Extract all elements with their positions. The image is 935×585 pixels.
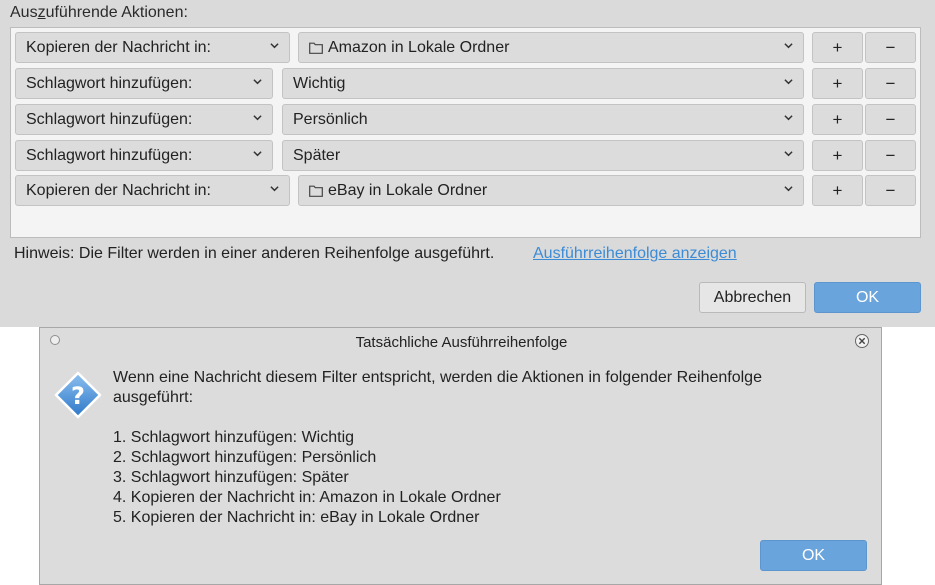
action-target-dropdown[interactable]: Amazon in Lokale Ordner	[298, 32, 804, 63]
dialog-message-line: Wenn eine Nachricht diesem Filter entspr…	[113, 369, 762, 386]
list-item: 4. Kopieren der Nachricht in: Amazon in …	[113, 489, 501, 506]
action-type-dropdown[interactable]: Schlagwort hinzufügen:	[15, 104, 273, 135]
add-action-button[interactable]: +	[812, 68, 863, 99]
action-type-dropdown[interactable]: Schlagwort hinzufügen:	[15, 140, 273, 171]
chevron-down-icon	[784, 115, 793, 121]
list-item: 2. Schlagwort hinzufügen: Persönlich	[113, 449, 377, 466]
action-type-dropdown[interactable]: Kopieren der Nachricht in:	[15, 175, 290, 206]
remove-action-button[interactable]: −	[865, 175, 916, 206]
action-target-label: eBay in Lokale Ordner	[328, 181, 488, 199]
action-target-dropdown[interactable]: Persönlich	[282, 104, 804, 135]
dialog-message-line: ausgeführt:	[113, 389, 194, 406]
chevron-down-icon	[784, 79, 793, 85]
action-type-label: Kopieren der Nachricht in:	[26, 181, 211, 199]
action-type-label: Kopieren der Nachricht in:	[26, 38, 211, 56]
folder-icon	[309, 42, 323, 54]
chevron-down-icon	[270, 186, 279, 192]
ok-button[interactable]: OK	[814, 282, 921, 313]
chevron-down-icon	[784, 151, 793, 157]
action-target-dropdown[interactable]: Wichtig	[282, 68, 804, 99]
folder-icon	[309, 185, 323, 197]
section-label: Auszuführende Aktionen:	[10, 4, 188, 21]
close-icon[interactable]	[854, 333, 870, 349]
cancel-button[interactable]: Abbrechen	[699, 282, 806, 313]
remove-action-button[interactable]: −	[865, 32, 916, 63]
chevron-down-icon	[253, 79, 262, 85]
add-action-button[interactable]: +	[812, 32, 863, 63]
action-target-dropdown[interactable]: eBay in Lokale Ordner	[298, 175, 804, 206]
chevron-down-icon	[784, 186, 793, 192]
svg-text:?: ?	[71, 382, 85, 410]
order-hint-text: Hinweis: Die Filter werden in einer ande…	[14, 245, 495, 262]
action-target-label: Persönlich	[293, 110, 368, 128]
list-item: 1. Schlagwort hinzufügen: Wichtig	[113, 429, 355, 446]
action-type-label: Schlagwort hinzufügen:	[26, 74, 193, 92]
chevron-down-icon	[253, 115, 262, 121]
action-target-label: Wichtig	[293, 74, 346, 92]
action-type-label: Schlagwort hinzufügen:	[26, 110, 193, 128]
add-action-button[interactable]: +	[812, 104, 863, 135]
action-type-label: Schlagwort hinzufügen:	[26, 146, 193, 164]
action-target-dropdown[interactable]: Später	[282, 140, 804, 171]
add-action-button[interactable]: +	[812, 140, 863, 171]
list-item: 3. Schlagwort hinzufügen: Später	[113, 469, 349, 486]
show-order-link[interactable]: Ausführreihenfolge anzeigen	[533, 245, 737, 263]
dialog-ok-button[interactable]: OK	[760, 540, 867, 571]
chevron-down-icon	[270, 43, 279, 49]
action-target-label: Amazon in Lokale Ordner	[328, 38, 510, 56]
action-type-dropdown[interactable]: Schlagwort hinzufügen:	[15, 68, 273, 99]
question-icon: ?	[54, 371, 102, 419]
execution-order-dialog: Tatsächliche Ausführreihenfolge ? Wenn e…	[39, 327, 882, 585]
action-type-dropdown[interactable]: Kopieren der Nachricht in:	[15, 32, 290, 63]
remove-action-button[interactable]: −	[865, 68, 916, 99]
filter-actions-panel: Auszuführende Aktionen: Kopieren der Nac…	[0, 0, 935, 327]
dialog-title: Tatsächliche Ausführreihenfolge	[355, 334, 568, 351]
execution-order-list: 1. Schlagwort hinzufügen: Wichtig 2. Sch…	[113, 428, 501, 528]
add-action-button[interactable]: +	[812, 175, 863, 206]
action-target-label: Später	[293, 146, 341, 164]
dialog-message: Wenn eine Nachricht diesem Filter entspr…	[113, 368, 853, 408]
chevron-down-icon	[784, 43, 793, 49]
remove-action-button[interactable]: −	[865, 140, 916, 171]
remove-action-button[interactable]: −	[865, 104, 916, 135]
chevron-down-icon	[253, 151, 262, 157]
list-item: 5. Kopieren der Nachricht in: eBay in Lo…	[113, 509, 480, 526]
